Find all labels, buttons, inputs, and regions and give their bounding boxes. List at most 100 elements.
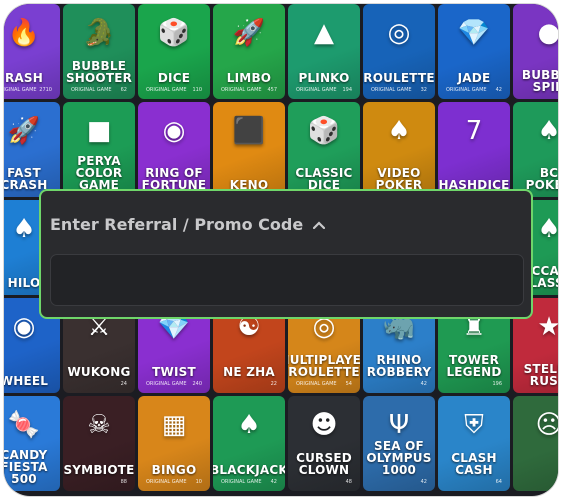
game-meta: 64 bbox=[438, 479, 510, 485]
game-title: JADE bbox=[457, 71, 491, 85]
player-count: 42 bbox=[420, 381, 427, 387]
player-count: 48 bbox=[345, 479, 352, 485]
game-title: TWIST bbox=[152, 365, 196, 379]
game-title: MULTIPLAYER ROULETTE bbox=[288, 353, 360, 379]
game-tile[interactable]: ● BUBBLE SPIN bbox=[513, 4, 558, 99]
player-count: 194 bbox=[342, 87, 352, 93]
game-meta: ORIGINAL GAME 32 bbox=[363, 87, 435, 93]
player-count: 54 bbox=[345, 381, 352, 387]
game-tile[interactable]: ☠ SYMBIOTE 88 bbox=[63, 396, 135, 491]
game-tile[interactable]: Ψ SEA OF OLYMPUS 1000 42 bbox=[363, 396, 435, 491]
dice-icon: 🎲 bbox=[307, 116, 341, 146]
game-tile[interactable]: ⛨ CLASH CASH 64 bbox=[438, 396, 510, 491]
game-tile[interactable]: ▦ BINGO ORIGINAL GAME 10 bbox=[138, 396, 210, 491]
game-title: BINGO bbox=[151, 463, 197, 477]
player-count: 22 bbox=[270, 381, 277, 387]
game-meta: ORIGINAL GAME 54 bbox=[288, 381, 360, 387]
game-title: NE ZHA bbox=[223, 365, 275, 379]
wheel-icon: ◉ bbox=[162, 116, 186, 146]
game-tile[interactable]: ■ PERYA COLOR GAME bbox=[63, 102, 135, 197]
game-title: RING OF FORTUNE bbox=[141, 166, 207, 192]
game-tile[interactable]: 🚀 LIMBO ORIGINAL GAME 457 bbox=[213, 4, 285, 99]
game-title: BC POKER bbox=[525, 166, 558, 192]
player-count: 2710 bbox=[39, 87, 52, 93]
game-meta: ORIGINAL GAME 42 bbox=[213, 479, 285, 485]
game-tile[interactable]: ♠ VIDEO POKER bbox=[363, 102, 435, 197]
game-meta: 48 bbox=[288, 479, 360, 485]
game-title: RASH bbox=[4, 71, 43, 85]
player-count: 42 bbox=[420, 479, 427, 485]
game-meta: 88 bbox=[63, 479, 135, 485]
dice-icon: 🎲 bbox=[157, 18, 191, 48]
rocket-icon: 🚀 bbox=[232, 18, 266, 48]
game-title: TOWER LEGEND bbox=[446, 353, 502, 379]
game-meta: 22 bbox=[213, 381, 285, 387]
symbiote-icon: ☠ bbox=[87, 410, 111, 440]
player-count: 10 bbox=[195, 479, 202, 485]
cubes-icon: ■ bbox=[86, 116, 112, 146]
game-tile[interactable]: 7 HASHDICE bbox=[438, 102, 510, 197]
game-title: ROULETTE bbox=[363, 71, 435, 85]
flame-icon: 🔥 bbox=[7, 18, 41, 48]
game-category: ORIGINAL GAME bbox=[296, 381, 337, 387]
game-tile[interactable]: 🍬 CANDY FIESTA 500 bbox=[4, 396, 60, 491]
game-tile[interactable]: ☻ CURSED CLOWN 48 bbox=[288, 396, 360, 491]
game-tile[interactable]: 💎 JADE ORIGINAL GAME 42 bbox=[438, 4, 510, 99]
game-meta: 196 bbox=[438, 381, 510, 387]
player-count: 64 bbox=[495, 479, 502, 485]
game-meta: 42 bbox=[363, 381, 435, 387]
crocodile-icon: 🐊 bbox=[82, 18, 116, 48]
game-meta: 42 bbox=[363, 479, 435, 485]
game-tile[interactable]: 🎲 DICE ORIGINAL GAME 110 bbox=[138, 4, 210, 99]
game-tile[interactable]: 🎲 CLASSIC DICE bbox=[288, 102, 360, 197]
game-title: PLINKO bbox=[298, 71, 350, 85]
game-tile[interactable]: ⬛ KENO bbox=[213, 102, 285, 197]
game-tile[interactable]: ▲ PLINKO ORIGINAL GAME 194 bbox=[288, 4, 360, 99]
candy-icon: 🍬 bbox=[7, 410, 41, 440]
game-tile[interactable]: ◎ ROULETTE ORIGINAL GAME 32 bbox=[363, 4, 435, 99]
cards-icon: ♠ bbox=[387, 116, 411, 146]
player-count: 42 bbox=[270, 479, 277, 485]
promo-code-toggle[interactable]: Enter Referral / Promo Code bbox=[50, 215, 326, 234]
game-category: ORIGINAL GAME bbox=[221, 87, 262, 93]
game-title: RHINO ROBBERY bbox=[366, 353, 432, 379]
cards-icon: ♠ bbox=[537, 116, 558, 146]
player-count: 42 bbox=[495, 87, 502, 93]
game-title: BUBBLE SHOOTER bbox=[65, 59, 133, 85]
game-title: SYMBIOTE bbox=[63, 463, 135, 477]
slot-icon: 7 bbox=[465, 116, 483, 146]
player-count: 62 bbox=[120, 87, 127, 93]
number-icon: ⬛ bbox=[232, 116, 266, 146]
gem-icon: 💎 bbox=[457, 18, 491, 48]
game-category: ORIGINAL GAME bbox=[146, 381, 187, 387]
game-meta: ORIGINAL GAME 62 bbox=[63, 87, 135, 93]
game-tile[interactable]: 🐊 BUBBLE SHOOTER ORIGINAL GAME 62 bbox=[63, 4, 135, 99]
game-title: FAST CRASH bbox=[4, 166, 48, 192]
game-title: HILO bbox=[7, 276, 41, 290]
game-category: ORIGINAL GAME bbox=[371, 87, 412, 93]
zombie-icon: ☹ bbox=[535, 410, 558, 440]
pyramid-icon: ▲ bbox=[314, 18, 334, 48]
game-tile[interactable]: ☹ bbox=[513, 396, 558, 491]
game-tile[interactable]: ♠ BC POKER bbox=[513, 102, 558, 197]
rocket-icon: 🚀 bbox=[7, 116, 41, 146]
game-meta: ORIGINAL GAME2710 bbox=[4, 87, 60, 93]
game-tile[interactable]: ◉ RING OF FORTUNE bbox=[138, 102, 210, 197]
game-meta: ORIGINAL GAME 240 bbox=[138, 381, 210, 387]
promo-code-input[interactable] bbox=[50, 254, 524, 306]
promo-code-panel: Enter Referral / Promo Code bbox=[39, 189, 533, 319]
game-tile[interactable]: 🚀 FAST CRASH bbox=[4, 102, 60, 197]
game-title: VIDEO POKER bbox=[375, 166, 423, 192]
game-meta: ORIGINAL GAME 457 bbox=[213, 87, 285, 93]
game-title: BUBBLE SPIN bbox=[521, 68, 558, 94]
game-title: SEA OF OLYMPUS 1000 bbox=[366, 439, 432, 477]
game-tile[interactable]: 🔥 RASH ORIGINAL GAME2710 bbox=[4, 4, 60, 99]
game-title: DICE bbox=[157, 71, 191, 85]
game-meta: ORIGINAL GAME 110 bbox=[138, 87, 210, 93]
game-category: ORIGINAL GAME bbox=[296, 87, 337, 93]
game-meta: ORIGINAL GAME 42 bbox=[438, 87, 510, 93]
player-count: 88 bbox=[120, 479, 127, 485]
game-tile[interactable]: ♠ BLACKJACK ORIGINAL GAME 42 bbox=[213, 396, 285, 491]
game-title: CLASSIC DICE bbox=[295, 166, 353, 192]
game-lobby-frame: 🔥RASHORIGINAL GAME2710🐊BUBBLE SHOOTERORI… bbox=[4, 4, 558, 496]
